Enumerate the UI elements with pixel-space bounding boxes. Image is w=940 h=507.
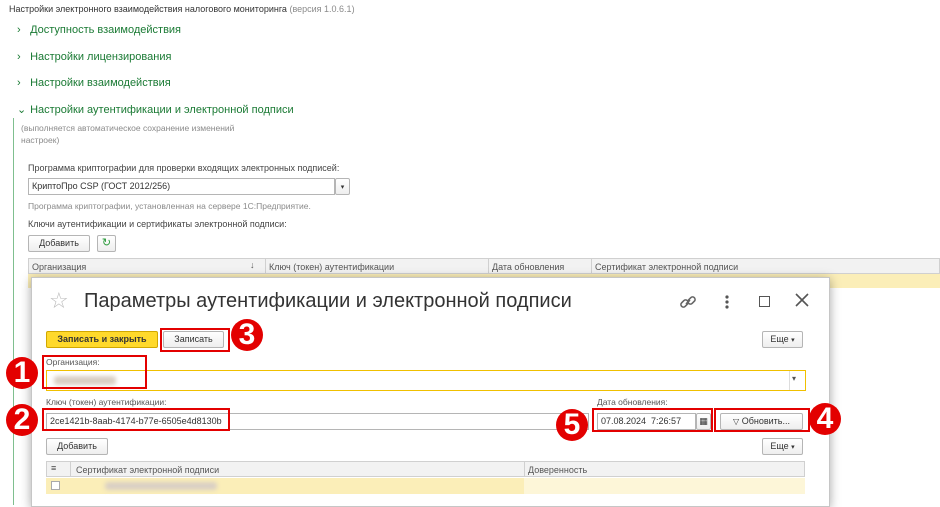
column-header[interactable]: Дата обновления: [492, 261, 564, 273]
highlight-refresh: [714, 408, 810, 432]
annotation-badge-3: 3: [231, 319, 263, 351]
certificate-value-redacted: [105, 482, 217, 490]
crypto-select[interactable]: КриптоПро CSP (ГОСТ 2012/256): [28, 178, 335, 195]
chevron-down-icon[interactable]: ▾: [792, 374, 796, 383]
sort-arrow-icon: ↓: [250, 260, 255, 270]
crypto-value: КриптоПро CSP (ГОСТ 2012/256): [32, 181, 171, 191]
refresh-icon: ↻: [101, 237, 112, 249]
column-divider: [70, 461, 71, 477]
autosave-note: (выполняется автоматическое сохранение и…: [21, 123, 235, 145]
column-divider: [488, 258, 489, 274]
star-icon[interactable]: ☆: [49, 288, 69, 314]
column-divider: [265, 258, 266, 274]
close-icon[interactable]: [794, 292, 810, 308]
section-guide-line: [13, 118, 14, 505]
page-title: Настройки электронного взаимодействия на…: [9, 4, 287, 14]
column-header[interactable]: Ключ (токен) аутентификации: [269, 261, 394, 273]
section-label: Доступность взаимодействия: [30, 24, 182, 36]
chevron-right-icon: ›: [17, 77, 21, 89]
chevron-right-icon: ›: [17, 24, 21, 36]
link-icon[interactable]: [678, 292, 698, 312]
section-label: Настройки аутентификации и электронной п…: [30, 104, 294, 116]
maximize-icon[interactable]: [759, 296, 770, 307]
refresh-keys-button[interactable]: ↻: [97, 235, 116, 252]
annotation-badge-2: 2: [6, 404, 38, 436]
save-and-close-button[interactable]: Записать и закрыть: [46, 331, 158, 348]
column-header[interactable]: Сертификат электронной подписи: [76, 464, 219, 476]
more-vert-icon[interactable]: [723, 292, 731, 312]
date-label: Дата обновления:: [597, 397, 668, 407]
dialog-title: Параметры аутентификации и электронной п…: [84, 290, 572, 312]
keys-label: Ключи аутентификации и сертификаты элект…: [28, 219, 287, 229]
column-header[interactable]: Доверенность: [528, 464, 587, 476]
column-divider: [524, 461, 525, 477]
annotation-badge-5: 5: [556, 409, 588, 441]
annotation-badge-4: 4: [809, 403, 841, 435]
keys-table-header: [28, 258, 940, 274]
chevron-down-icon: ⌄: [17, 104, 27, 116]
more-certificates-button[interactable]: Еще ▾: [762, 438, 803, 455]
version-label: (версия 1.0.6.1): [289, 4, 355, 14]
column-header[interactable]: Сертификат электронной подписи: [595, 261, 738, 273]
crypto-dropdown-button[interactable]: ▾: [335, 178, 350, 195]
chevron-down-icon: ▾: [791, 337, 795, 344]
chevron-down-icon: ▾: [791, 444, 795, 451]
page-header: Настройки электронного взаимодействия на…: [9, 4, 355, 14]
highlight-organization: [42, 355, 147, 389]
crypto-hint: Программа криптографии, установленная на…: [28, 201, 311, 211]
chevron-right-icon: ›: [17, 51, 21, 63]
column-header[interactable]: Организация: [32, 261, 86, 273]
section-interaction[interactable]: › Настройки взаимодействия: [17, 77, 171, 89]
add-certificate-button[interactable]: Добавить: [46, 438, 108, 455]
key-label: Ключ (токен) аутентификации:: [46, 397, 167, 407]
section-label: Настройки взаимодействия: [30, 77, 171, 89]
table-settings-icon[interactable]: ≡: [51, 463, 56, 473]
add-key-button[interactable]: Добавить: [28, 235, 90, 252]
section-availability[interactable]: › Доступность взаимодействия: [17, 24, 181, 36]
section-authentication[interactable]: ⌄ Настройки аутентификации и электронной…: [17, 103, 294, 116]
organization-field[interactable]: [46, 370, 806, 391]
highlight-save: [160, 328, 230, 352]
highlight-key: [42, 408, 230, 431]
annotation-badge-1: 1: [6, 357, 38, 389]
highlight-date: [592, 408, 713, 432]
crypto-label: Программа криптографии для проверки вход…: [28, 163, 340, 173]
chevron-down-icon: ▾: [340, 184, 345, 191]
section-licensing[interactable]: › Настройки лицензирования: [17, 51, 171, 63]
more-label: Еще: [770, 334, 789, 344]
row-checkbox[interactable]: [51, 481, 60, 490]
field-divider: [789, 371, 790, 390]
table-cell: [524, 478, 805, 494]
more-button[interactable]: Еще ▾: [762, 331, 803, 348]
section-label: Настройки лицензирования: [30, 51, 172, 63]
column-divider: [591, 258, 592, 274]
more-label: Еще: [770, 441, 789, 451]
